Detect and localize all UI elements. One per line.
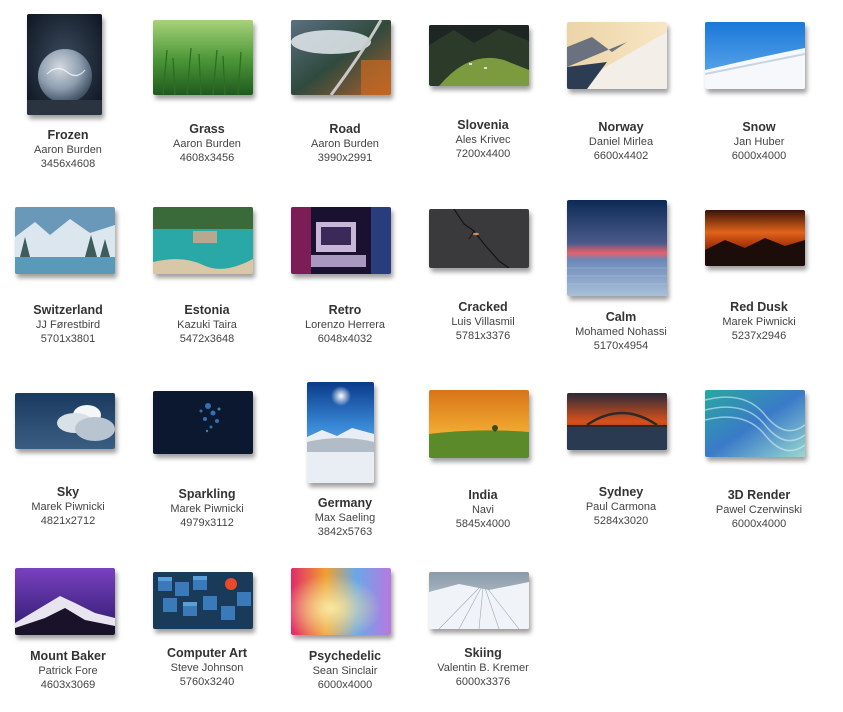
wallpaper-author: Marek Piwnicki <box>31 501 105 513</box>
wallpaper-name: Slovenia <box>457 118 509 132</box>
wallpaper-name: Estonia <box>184 303 230 317</box>
wallpaper-resolution: 4603x3069 <box>40 679 96 691</box>
wallpaper-name: Red Dusk <box>730 300 788 314</box>
frozen-bubble-thumbnail <box>27 14 102 115</box>
wallpaper-resolution: 4608x3456 <box>179 152 235 164</box>
slovenia-valley-thumbnail <box>429 25 529 86</box>
wallpaper-name: Cracked <box>458 300 508 314</box>
wallpaper-author: Aaron Burden <box>311 138 379 150</box>
wallpaper-resolution: 5781x3376 <box>455 330 511 342</box>
wallpaper-name: Frozen <box>47 128 89 142</box>
wallpaper-resolution: 5472x3648 <box>179 333 235 345</box>
wallpaper-author: JJ Førestbird <box>35 319 101 331</box>
wallpaper-resolution: 4821x2712 <box>40 515 96 527</box>
calm-sea-sunset-thumbnail <box>567 200 667 296</box>
wallpaper-resolution: 6000x4000 <box>317 679 373 691</box>
india-field-thumbnail <box>429 390 529 458</box>
wallpaper-author: Kazuki Taira <box>177 319 237 331</box>
germany-sun-snow-thumbnail <box>307 382 374 483</box>
wallpaper-resolution: 5170x4954 <box>593 340 649 352</box>
wallpaper-author: Mohamed Nohassi <box>575 326 667 338</box>
wallpaper-author: Lorenzo Herrera <box>304 319 386 331</box>
wallpaper-resolution: 6048x4032 <box>317 333 373 345</box>
wallpaper-name: Sydney <box>598 485 644 499</box>
wallpaper-name: Calm <box>605 310 637 324</box>
wallpaper-author: Navi <box>471 504 494 516</box>
wallpaper-author: Paul Carmona <box>585 501 657 513</box>
wallpaper-resolution: 5845x4000 <box>455 518 511 530</box>
wallpaper-author: Patrick Fore <box>38 665 98 677</box>
wallpaper-name: Norway <box>598 120 644 134</box>
sky-clouds-thumbnail <box>15 393 115 449</box>
wallpaper-resolution: 6000x4000 <box>731 150 787 162</box>
wallpaper-author: Marek Piwnicki <box>170 503 244 515</box>
wallpaper-resolution: 6000x4000 <box>731 518 787 530</box>
wallpaper-author: Marek Piwnicki <box>722 316 796 328</box>
wallpaper-name: Sparkling <box>178 487 236 501</box>
psychedelic-gradient-thumbnail <box>291 568 391 635</box>
wallpaper-author: Sean Sinclair <box>312 665 378 677</box>
wallpaper-author: Steve Johnson <box>170 662 244 674</box>
wallpaper-resolution: 4979x3112 <box>180 517 234 529</box>
wallpaper-name: Computer Art <box>166 646 248 660</box>
computer-art-cubes-thumbnail <box>153 572 253 629</box>
wallpaper-author: Aaron Burden <box>34 144 102 156</box>
wallpaper-resolution: 6600x4402 <box>593 150 649 162</box>
retro-computer-thumbnail <box>291 207 391 274</box>
skiing-slope-thumbnail <box>429 572 529 629</box>
wallpaper-resolution: 5760x3240 <box>179 676 235 688</box>
snow-thumbnail <box>705 22 805 89</box>
switzerland-lake-thumbnail <box>15 207 115 274</box>
wallpaper-name: India <box>468 488 498 502</box>
wallpaper-resolution: 6000x3376 <box>455 676 511 688</box>
sydney-bridge-thumbnail <box>567 393 667 450</box>
cracked-asphalt-thumbnail <box>429 209 529 268</box>
wallpaper-author: Jan Huber <box>733 136 785 148</box>
wallpaper-author: Valentin B. Kremer <box>437 662 529 674</box>
wallpaper-name: Grass <box>189 122 225 136</box>
estonia-water-thumbnail <box>153 207 253 274</box>
wallpaper-name: Switzerland <box>33 303 103 317</box>
wallpaper-name: Psychedelic <box>308 649 382 663</box>
wallpaper-name: Mount Baker <box>30 649 106 663</box>
norway-snow-slope-thumbnail <box>567 22 667 89</box>
wallpaper-resolution: 5701x3801 <box>40 333 96 345</box>
3d-render-waves-thumbnail <box>705 390 805 457</box>
wallpaper-author: Max Saeling <box>314 512 376 524</box>
wallpaper-name: Germany <box>317 496 373 510</box>
grass-thumbnail <box>153 20 253 95</box>
wallpaper-name: Retro <box>328 303 362 317</box>
wallpaper-resolution: 7200x4400 <box>455 148 511 160</box>
wallpaper-author: Daniel Mirlea <box>588 136 654 148</box>
road-thumbnail <box>291 20 391 95</box>
wallpaper-name: 3D Render <box>727 488 791 502</box>
wallpaper-author: Pawel Czerwinski <box>715 504 803 516</box>
wallpaper-author: Luis Villasmil <box>451 316 515 328</box>
red-dusk-mountains-thumbnail <box>705 210 805 266</box>
wallpaper-author: Aaron Burden <box>173 138 241 150</box>
wallpaper-name: Road <box>329 122 361 136</box>
wallpaper-resolution: 3990x2991 <box>317 152 373 164</box>
wallpaper-resolution: 3842x5763 <box>317 526 373 538</box>
wallpaper-name: Snow <box>742 120 776 134</box>
wallpaper-resolution: 5284x3020 <box>593 515 649 527</box>
wallpaper-author: Ales Krivec <box>455 134 511 146</box>
wallpaper-name: Skiing <box>464 646 502 660</box>
wallpaper-name: Sky <box>56 485 80 499</box>
wallpaper-resolution: 3456x4608 <box>40 158 96 170</box>
sparkling-lights-thumbnail <box>153 391 253 454</box>
mount-baker-thumbnail <box>15 568 115 635</box>
wallpaper-resolution: 5237x2946 <box>731 330 787 342</box>
